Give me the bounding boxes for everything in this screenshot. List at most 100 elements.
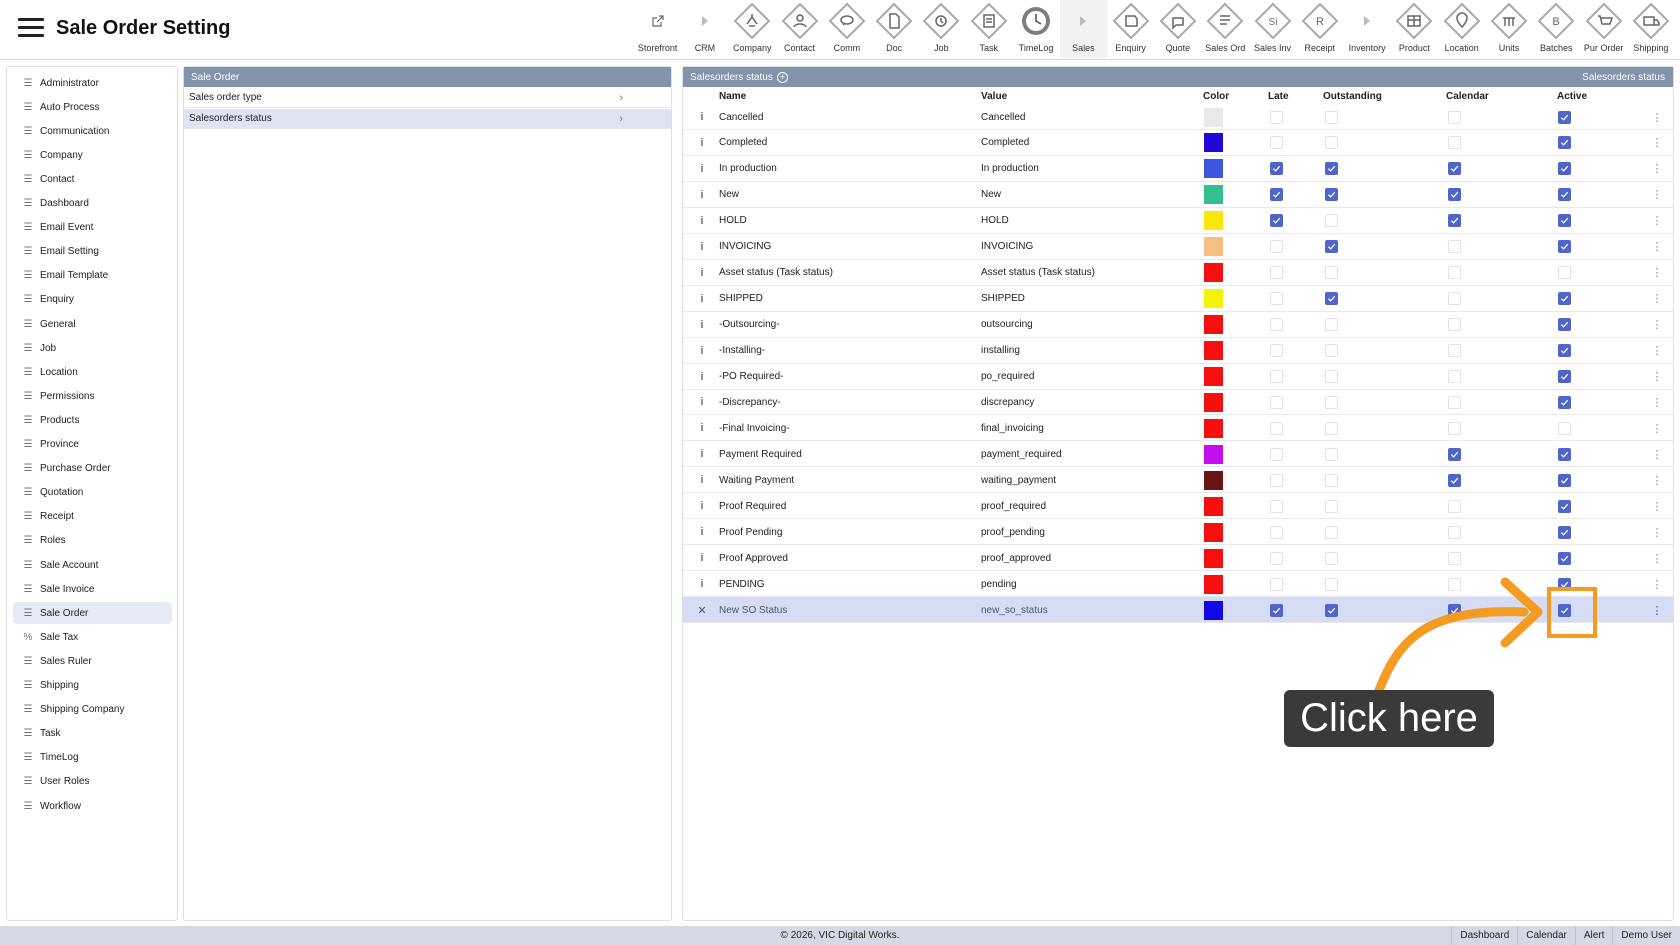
color-swatch[interactable] bbox=[1203, 341, 1223, 361]
late-checkbox[interactable] bbox=[1270, 214, 1283, 228]
toolbar-comm-button[interactable]: Comm bbox=[823, 0, 870, 58]
active-checkbox[interactable] bbox=[1558, 395, 1571, 409]
late-checkbox[interactable] bbox=[1270, 525, 1283, 539]
calendar-checkbox[interactable] bbox=[1448, 551, 1461, 565]
info-icon[interactable]: i bbox=[697, 441, 707, 467]
calendar-checkbox[interactable] bbox=[1448, 266, 1461, 280]
info-icon[interactable]: i bbox=[697, 156, 707, 182]
info-icon[interactable]: i bbox=[697, 467, 707, 493]
sidebar-item-sales-ruler[interactable]: ☰ Sales Ruler bbox=[13, 650, 172, 672]
sidebar-item-email-template[interactable]: ☰ Email Template bbox=[13, 265, 172, 287]
calendar-checkbox[interactable] bbox=[1448, 447, 1461, 461]
outstanding-checkbox[interactable] bbox=[1325, 499, 1338, 513]
color-swatch[interactable] bbox=[1203, 470, 1223, 490]
toolbar-contact-button[interactable]: Contact bbox=[776, 0, 823, 58]
sidebar-item-email-setting[interactable]: ☰ Email Setting bbox=[13, 241, 172, 263]
toolbar-company-button[interactable]: Company bbox=[729, 0, 776, 58]
more-options-icon[interactable]: ⋮ bbox=[1652, 312, 1663, 338]
sidebar-item-auto-process[interactable]: ☰ Auto Process bbox=[13, 96, 172, 118]
active-checkbox[interactable] bbox=[1558, 499, 1571, 513]
status-row[interactable]: i Proof Approved proof_approved ⋮ bbox=[683, 545, 1673, 572]
color-swatch[interactable] bbox=[1203, 600, 1223, 620]
status-row[interactable]: i Cancelled Cancelled ⋮ bbox=[683, 104, 1673, 130]
add-status-icon[interactable]: + bbox=[776, 71, 788, 83]
active-checkbox[interactable] bbox=[1558, 266, 1571, 280]
sidebar-item-email-event[interactable]: ☰ Email Event bbox=[13, 217, 172, 239]
status-row[interactable]: i Proof Pending proof_pending ⋮ bbox=[683, 519, 1673, 546]
status-row[interactable]: i -Discrepancy-discrepancy ⋮ bbox=[683, 389, 1673, 416]
sidebar-item-quotation[interactable]: ☰ Quotation bbox=[13, 482, 172, 504]
toolbar-location-button[interactable]: Location bbox=[1438, 0, 1485, 58]
status-row[interactable]: i Proof Required proof_required ⋮ bbox=[683, 493, 1673, 520]
calendar-checkbox[interactable] bbox=[1448, 240, 1461, 254]
calendar-checkbox[interactable] bbox=[1448, 136, 1461, 150]
more-options-icon[interactable]: ⋮ bbox=[1652, 415, 1663, 441]
outstanding-checkbox[interactable] bbox=[1325, 344, 1338, 358]
calendar-checkbox[interactable] bbox=[1448, 370, 1461, 383]
more-options-icon[interactable]: ⋮ bbox=[1652, 467, 1663, 493]
outstanding-checkbox[interactable] bbox=[1325, 214, 1338, 228]
calendar-checkbox[interactable] bbox=[1448, 421, 1461, 435]
toolbar-batches-button[interactable]: B Batches bbox=[1533, 0, 1580, 58]
info-icon[interactable]: i bbox=[697, 545, 707, 571]
status-row[interactable]: i -Installing-installing ⋮ bbox=[683, 338, 1673, 364]
more-options-icon[interactable]: ⋮ bbox=[1652, 519, 1663, 545]
sidebar-item-purchase-order[interactable]: ☰ Purchase Order bbox=[13, 458, 172, 480]
late-checkbox[interactable] bbox=[1270, 395, 1283, 409]
late-checkbox[interactable] bbox=[1270, 499, 1283, 513]
category-item[interactable]: Sales order type › bbox=[184, 88, 671, 108]
color-swatch[interactable] bbox=[1203, 392, 1223, 412]
toolbar-shipping-button[interactable]: Shipping bbox=[1627, 0, 1674, 58]
sidebar-item-roles[interactable]: ☰ Roles bbox=[13, 530, 172, 552]
toolbar-sales-ord-button[interactable]: Sales Ord bbox=[1202, 0, 1249, 58]
late-checkbox[interactable] bbox=[1270, 603, 1283, 617]
close-icon[interactable]: ✕ bbox=[697, 597, 707, 623]
info-icon[interactable]: i bbox=[697, 389, 707, 415]
late-checkbox[interactable] bbox=[1270, 551, 1283, 565]
more-options-icon[interactable]: ⋮ bbox=[1652, 571, 1663, 597]
late-checkbox[interactable] bbox=[1270, 110, 1283, 124]
outstanding-checkbox[interactable] bbox=[1325, 447, 1338, 461]
sidebar-item-receipt[interactable]: ☰ Receipt bbox=[13, 506, 172, 528]
more-options-icon[interactable]: ⋮ bbox=[1652, 208, 1663, 234]
sidebar-item-province[interactable]: ☰ Province bbox=[13, 434, 172, 456]
active-checkbox[interactable] bbox=[1558, 551, 1571, 565]
toolbar-task-button[interactable]: Task bbox=[965, 0, 1012, 58]
status-row[interactable]: i Asset status (Task status) Asset status … bbox=[683, 260, 1673, 286]
status-row[interactable]: i INVOICING INVOICING ⋮ bbox=[683, 234, 1673, 260]
info-icon[interactable]: i bbox=[697, 208, 707, 234]
active-checkbox[interactable] bbox=[1558, 447, 1571, 461]
status-row[interactable]: i New New ⋮ bbox=[683, 182, 1673, 208]
color-swatch[interactable] bbox=[1203, 496, 1223, 516]
status-row[interactable]: i -Outsourcing-outsourcing ⋮ bbox=[683, 312, 1673, 338]
info-icon[interactable]: i bbox=[697, 260, 707, 286]
info-icon[interactable]: i bbox=[697, 415, 707, 441]
outstanding-checkbox[interactable] bbox=[1325, 162, 1338, 176]
sidebar-item-timelog[interactable]: ☰ TimeLog bbox=[13, 747, 172, 769]
category-item[interactable]: Salesorders status › bbox=[184, 109, 671, 129]
more-options-icon[interactable]: ⋮ bbox=[1652, 389, 1663, 415]
calendar-checkbox[interactable] bbox=[1448, 292, 1461, 306]
footer-link-demo-user[interactable]: Demo User bbox=[1612, 926, 1680, 945]
sidebar-item-administrator[interactable]: ☰ Administrator bbox=[13, 72, 172, 94]
active-checkbox[interactable] bbox=[1558, 162, 1571, 176]
sidebar-item-products[interactable]: ☰ Products bbox=[13, 409, 172, 431]
footer-link-alert[interactable]: Alert bbox=[1574, 926, 1613, 945]
sidebar-item-sale-invoice[interactable]: ☰ Sale Invoice bbox=[13, 578, 172, 600]
color-swatch[interactable] bbox=[1203, 367, 1223, 386]
active-checkbox[interactable] bbox=[1558, 188, 1571, 202]
footer-link-dashboard[interactable]: Dashboard bbox=[1451, 926, 1517, 945]
toolbar-inventory-button[interactable]: Inventory bbox=[1343, 0, 1390, 58]
info-icon[interactable]: i bbox=[697, 338, 707, 364]
color-swatch[interactable] bbox=[1203, 548, 1223, 568]
status-row[interactable]: i -PO Required-po_required ⋮ bbox=[683, 364, 1673, 390]
sidebar-item-shipping-company[interactable]: ☰ Shipping Company bbox=[13, 699, 172, 721]
outstanding-checkbox[interactable] bbox=[1325, 110, 1338, 124]
info-icon[interactable]: i bbox=[697, 182, 707, 208]
outstanding-checkbox[interactable] bbox=[1325, 395, 1338, 409]
more-options-icon[interactable]: ⋮ bbox=[1652, 182, 1663, 208]
late-checkbox[interactable] bbox=[1270, 447, 1283, 461]
info-icon[interactable]: i bbox=[697, 130, 707, 156]
active-checkbox[interactable] bbox=[1558, 421, 1571, 435]
outstanding-checkbox[interactable] bbox=[1325, 266, 1338, 280]
